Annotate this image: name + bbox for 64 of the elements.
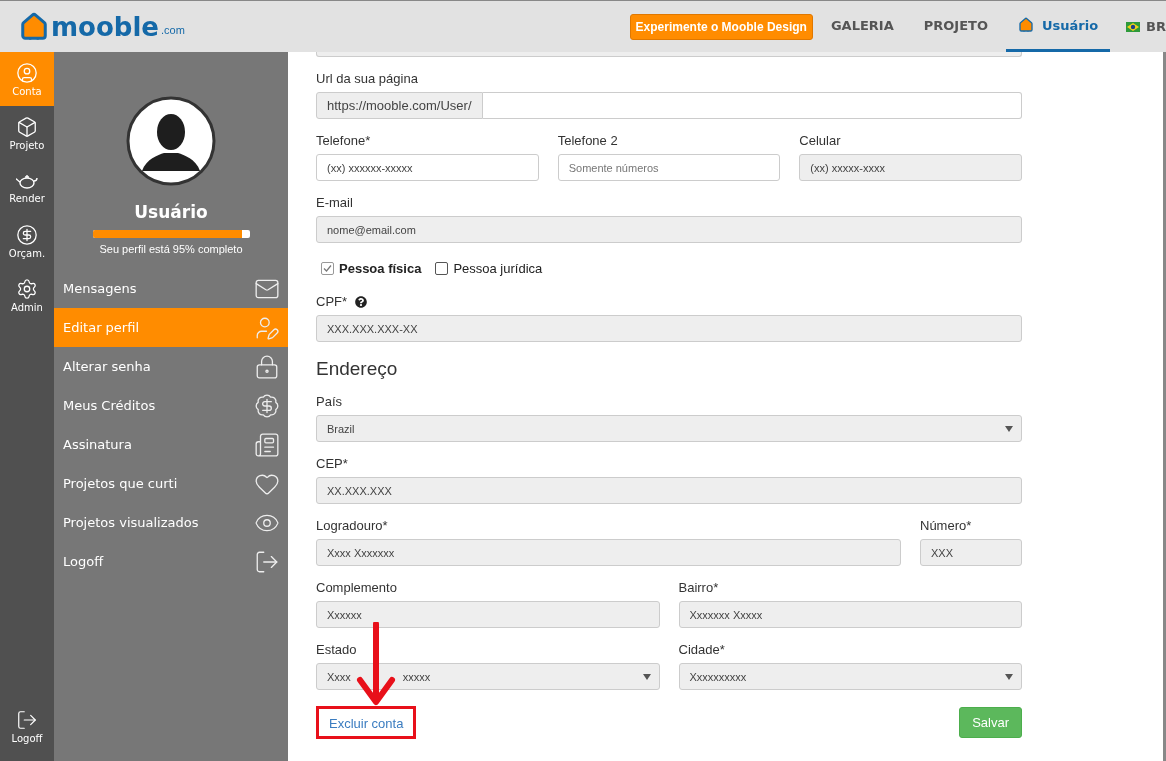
caret-icon <box>642 673 651 680</box>
field-label: País <box>316 394 343 409</box>
url-prefix: https://mooble.com/User/ <box>316 92 483 119</box>
nav-tab[interactable]: GALERIA <box>818 1 906 52</box>
menu-item[interactable]: Alterar senha <box>54 347 288 386</box>
settings-icon <box>16 277 38 300</box>
logo-icon <box>19 12 49 42</box>
user-icon <box>16 61 38 84</box>
checkbox-icon <box>321 262 334 275</box>
logoff-button[interactable]: Logoff <box>0 699 54 753</box>
field-label: Logradouro* <box>316 518 389 533</box>
field-value: Brazil <box>327 422 355 435</box>
checkbox-option[interactable]: Pessoa física <box>321 261 422 276</box>
menu-item[interactable]: Mensagens <box>54 269 288 308</box>
field-label: Url da sua página <box>316 71 419 86</box>
input-field[interactable]: Somente números <box>557 154 781 181</box>
menu-item[interactable]: Assinatura <box>54 425 288 464</box>
checkbox-option[interactable]: Pessoa jurídica <box>435 261 543 276</box>
field-value: Xxxx <box>327 670 351 683</box>
language-label[interactable]: BR <box>1146 19 1166 34</box>
checkbox-icon <box>435 262 449 275</box>
menu-item[interactable]: Projetos visualizados <box>54 503 288 542</box>
section-heading: Endereço <box>316 358 399 380</box>
input-field[interactable] <box>316 52 1022 57</box>
document-icon <box>254 431 280 458</box>
menu-item[interactable]: Projetos que curti <box>54 464 288 503</box>
field-label: Complemento <box>316 580 398 595</box>
caret-icon <box>1005 425 1013 432</box>
dollar-icon <box>16 223 38 246</box>
user-name: Usuário <box>133 202 209 222</box>
avatar-icon <box>126 96 216 186</box>
home-icon <box>1017 17 1034 33</box>
flag-icon <box>1126 21 1141 32</box>
field-value: xxxxx <box>402 670 431 683</box>
input-field[interactable]: (xx) xxxxxx-xxxxx <box>316 154 539 181</box>
field-label: E-mail <box>316 195 354 210</box>
field-label: Número* <box>920 518 973 533</box>
logo-suffix: .com <box>161 24 185 36</box>
rail-item[interactable]: Projeto <box>0 106 54 160</box>
logo-text[interactable]: mooble <box>51 12 159 42</box>
field-label: Telefone 2 <box>557 133 619 148</box>
field-label: Celular <box>799 133 842 148</box>
field-value: Xxxxxxxxxx <box>689 670 747 683</box>
field-label: CEP* <box>316 456 349 471</box>
dollar-badge-icon <box>254 392 280 419</box>
rail-item[interactable]: Admin <box>0 268 54 322</box>
nav-tab[interactable]: PROJETO <box>911 1 1000 52</box>
cube-icon <box>16 115 38 138</box>
menu-item[interactable]: Meus Créditos <box>54 386 288 425</box>
progress-text: Seu perfil está 95% completo <box>98 243 244 255</box>
field-label-text: CPF* <box>316 294 348 309</box>
logout-icon <box>16 708 38 731</box>
caret-icon <box>1005 673 1013 680</box>
field-label: Bairro* <box>678 580 720 595</box>
lock-icon <box>254 353 280 380</box>
delete-account-link[interactable]: Excluir conta <box>329 716 404 731</box>
field-label: Cidade* <box>678 642 726 657</box>
rail-item[interactable]: Render <box>0 160 54 214</box>
input-field[interactable] <box>482 92 1022 119</box>
field-label: Estado <box>316 642 358 657</box>
field-label: Telefone* <box>316 133 372 148</box>
menu-item[interactable]: Logoff <box>54 542 288 581</box>
help-icon[interactable] <box>355 295 368 308</box>
rail-item[interactable]: Orçam. <box>0 214 54 268</box>
